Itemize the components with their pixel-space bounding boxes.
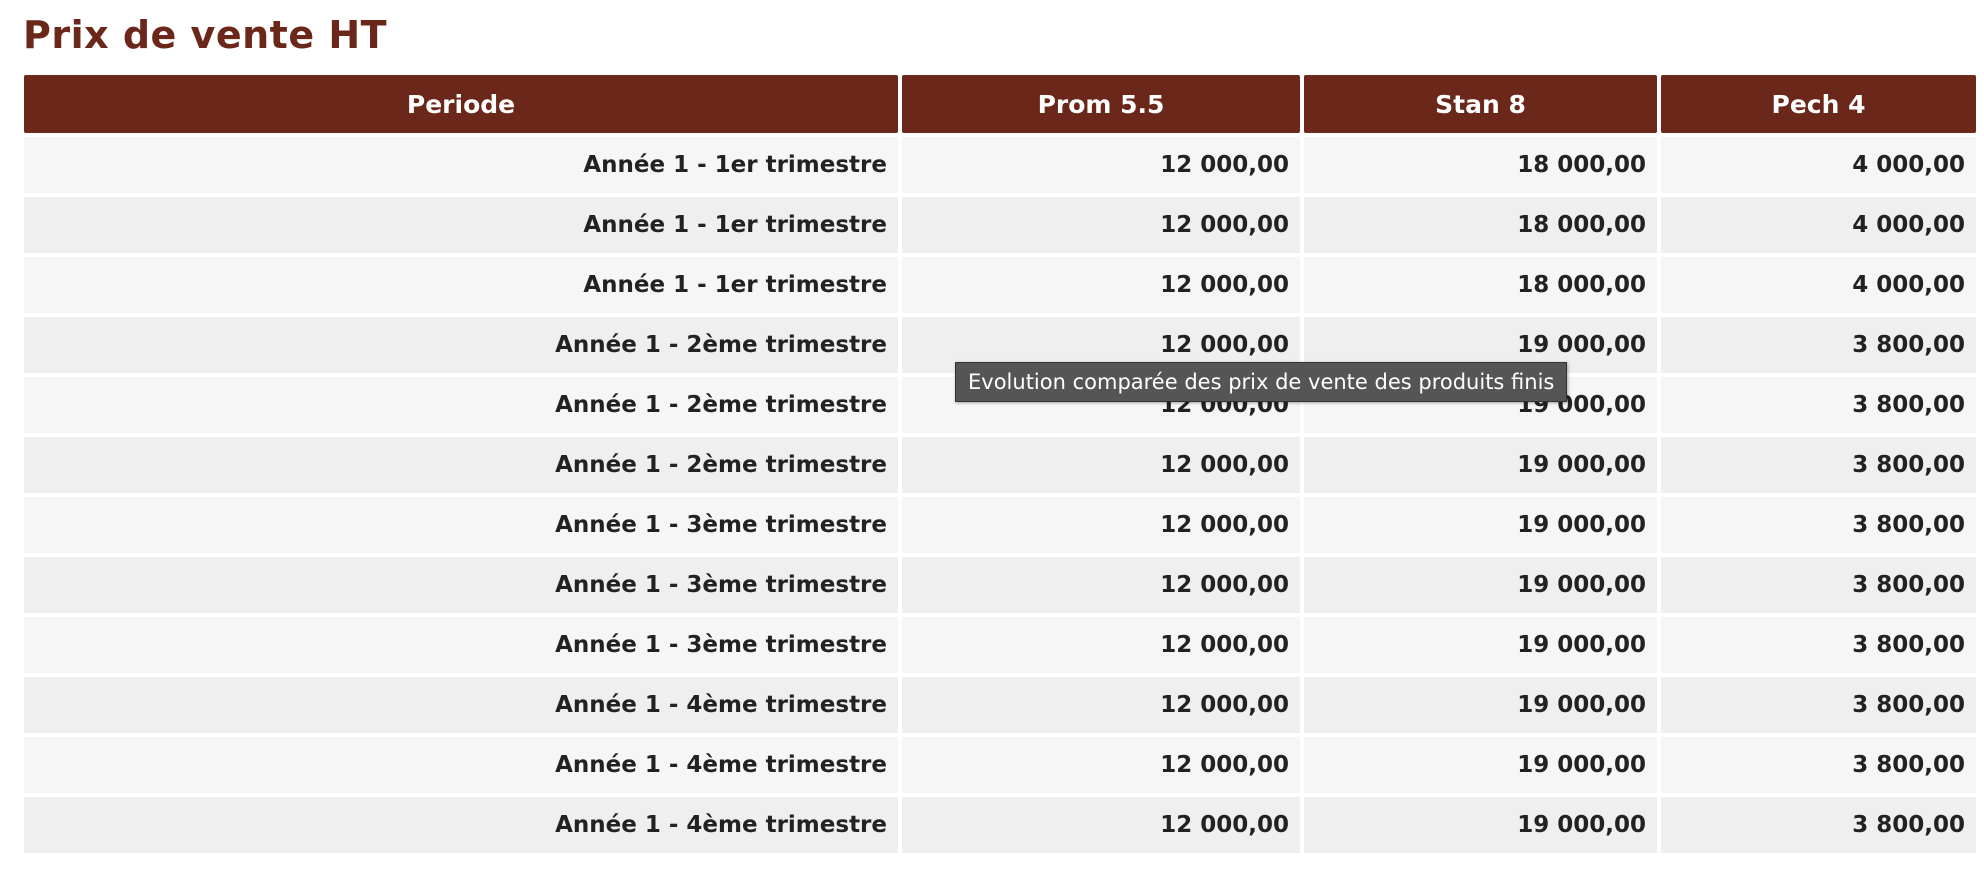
cell-periode: Année 1 - 3ème trimestre [24,617,898,673]
cell-stan: 19 000,00 [1304,677,1657,733]
cell-periode: Année 1 - 1er trimestre [24,257,898,313]
cell-prom: 12 000,00 [902,437,1300,493]
cell-pech: 3 800,00 [1661,437,1976,493]
cell-prom: 12 000,00 [902,497,1300,553]
table-body: Année 1 - 1er trimestre 12 000,00 18 000,0… [24,137,1976,853]
price-table-wrapper: Periode Prom 5.5 Stan 8 Pech 4 Année 1 -… [20,71,1976,857]
cell-stan: 18 000,00 [1304,137,1657,193]
table-row: Année 1 - 1er trimestre 12 000,00 18 000,0… [24,137,1976,193]
column-header-stan[interactable]: Stan 8 [1304,75,1657,133]
table-row: Année 1 - 4ème trimestre 12 000,00 19 000,… [24,797,1976,853]
cell-prom: 12 000,00 [902,257,1300,313]
cell-prom: 12 000,00 [902,197,1300,253]
cell-periode: Année 1 - 1er trimestre [24,197,898,253]
table-row: Année 1 - 3ème trimestre 12 000,00 19 000,… [24,497,1976,553]
column-header-periode[interactable]: Periode [24,75,898,133]
page: Prix de vente HT Periode Prom 5.5 Stan 8… [0,0,1984,872]
table-row: Année 1 - 1er trimestre 12 000,00 18 000,0… [24,197,1976,253]
cell-prom: 12 000,00 [902,557,1300,613]
cell-pech: 4 000,00 [1661,137,1976,193]
cell-periode: Année 1 - 3ème trimestre [24,557,898,613]
cell-periode: Année 1 - 4ème trimestre [24,677,898,733]
cell-stan: 18 000,00 [1304,257,1657,313]
cell-periode: Année 1 - 2ème trimestre [24,317,898,373]
cell-stan: 19 000,00 [1304,617,1657,673]
price-table: Periode Prom 5.5 Stan 8 Pech 4 Année 1 -… [20,71,1980,857]
cell-pech: 3 800,00 [1661,617,1976,673]
cell-periode: Année 1 - 2ème trimestre [24,377,898,433]
table-row: Année 1 - 4ème trimestre 12 000,00 19 000,… [24,677,1976,733]
cell-prom: 12 000,00 [902,677,1300,733]
tooltip: Evolution comparée des prix de vente des… [955,362,1568,402]
column-header-pech[interactable]: Pech 4 [1661,75,1976,133]
cell-prom: 12 000,00 [902,737,1300,793]
cell-prom: 12 000,00 [902,137,1300,193]
page-title: Prix de vente HT [23,13,388,57]
table-row: Année 1 - 2ème trimestre 12 000,00 19 000,… [24,437,1976,493]
cell-pech: 3 800,00 [1661,557,1976,613]
cell-pech: 3 800,00 [1661,497,1976,553]
cell-pech: 3 800,00 [1661,737,1976,793]
cell-stan: 19 000,00 [1304,797,1657,853]
cell-stan: 19 000,00 [1304,557,1657,613]
table-row: Année 1 - 3ème trimestre 12 000,00 19 000,… [24,557,1976,613]
cell-stan: 19 000,00 [1304,737,1657,793]
cell-pech: 4 000,00 [1661,257,1976,313]
cell-stan: 19 000,00 [1304,497,1657,553]
cell-pech: 4 000,00 [1661,197,1976,253]
cell-pech: 3 800,00 [1661,677,1976,733]
table-header: Periode Prom 5.5 Stan 8 Pech 4 [24,75,1976,133]
header-row: Periode Prom 5.5 Stan 8 Pech 4 [24,75,1976,133]
cell-stan: 18 000,00 [1304,197,1657,253]
table-row: Année 1 - 1er trimestre 12 000,00 18 000,0… [24,257,1976,313]
cell-periode: Année 1 - 4ème trimestre [24,797,898,853]
cell-periode: Année 1 - 3ème trimestre [24,497,898,553]
table-row: Année 1 - 3ème trimestre 12 000,00 19 000,… [24,617,1976,673]
table-row: Année 1 - 4ème trimestre 12 000,00 19 000,… [24,737,1976,793]
cell-periode: Année 1 - 4ème trimestre [24,737,898,793]
column-header-prom[interactable]: Prom 5.5 [902,75,1300,133]
cell-pech: 3 800,00 [1661,377,1976,433]
cell-pech: 3 800,00 [1661,317,1976,373]
cell-periode: Année 1 - 1er trimestre [24,137,898,193]
cell-stan: 19 000,00 [1304,437,1657,493]
cell-periode: Année 1 - 2ème trimestre [24,437,898,493]
cell-pech: 3 800,00 [1661,797,1976,853]
cell-prom: 12 000,00 [902,617,1300,673]
cell-prom: 12 000,00 [902,797,1300,853]
